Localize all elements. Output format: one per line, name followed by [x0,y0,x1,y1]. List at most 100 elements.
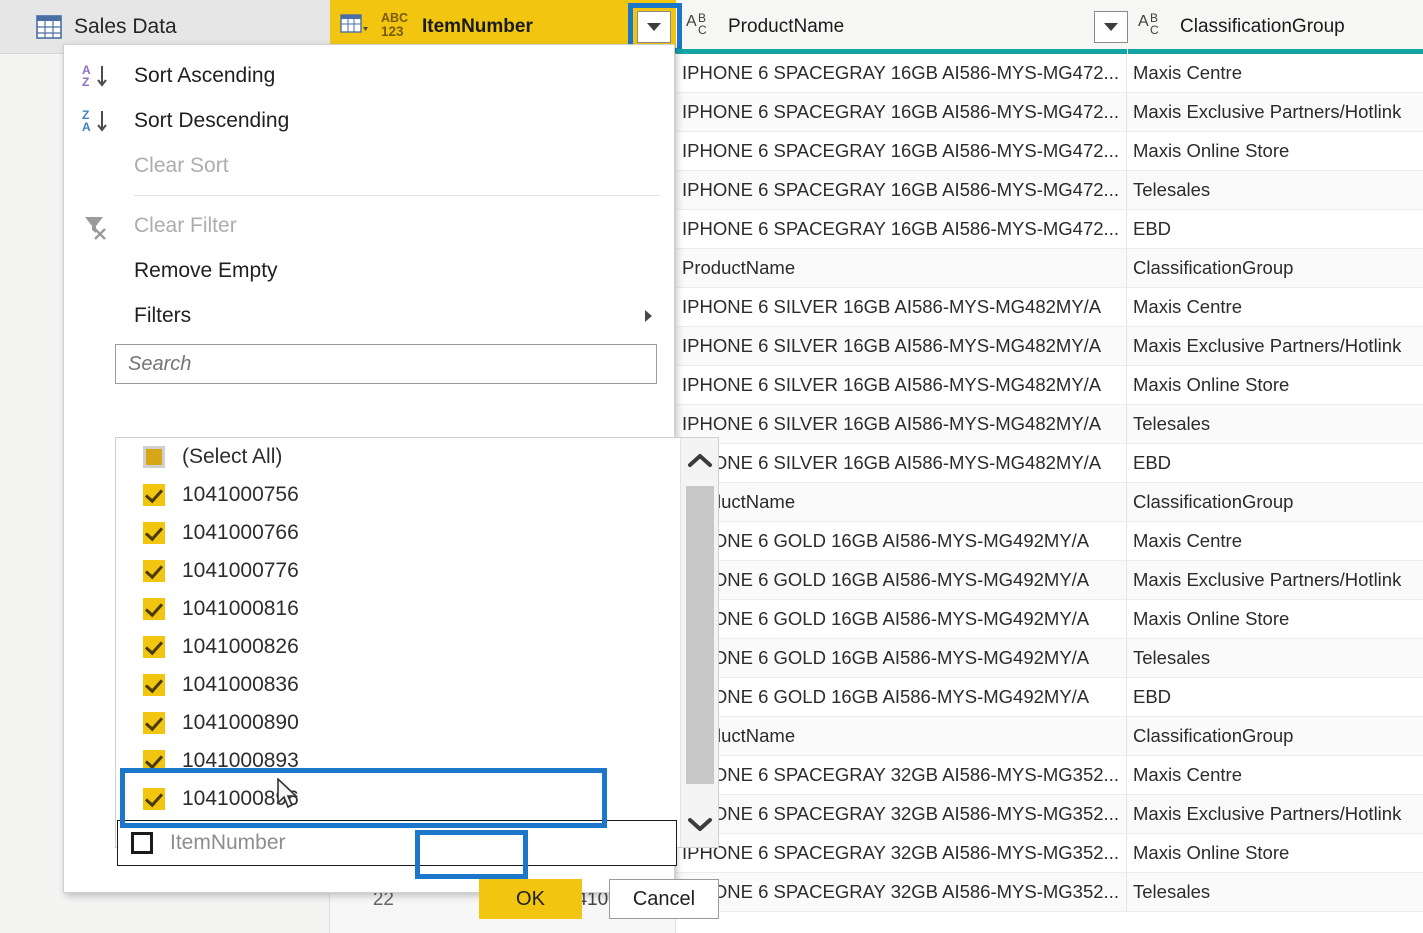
table-cell: IPHONE 6 SILVER 16GB AI586-MYS-MG482MY/A [676,288,1127,326]
table-row[interactable]: IPHONE 6 SPACEGRAY 32GB AI586-MYS-MG352.… [676,873,1423,912]
column-header-classificationgroup[interactable]: A B C ClassificationGroup [1128,0,1423,54]
checkbox-1041000836[interactable] [143,674,165,696]
table-row[interactable]: IPHONE 6 SPACEGRAY 32GB AI586-MYS-MG352.… [676,795,1423,834]
checkbox-1041000756[interactable] [143,484,165,506]
filter-menu: A Z Sort Ascending Z A Sort Descending Clear S… [64,45,674,338]
filter-value-item[interactable]: 1041000890 [116,704,718,742]
table-row[interactable]: ProductName ClassificationGroup [676,249,1423,288]
filter-value-item[interactable]: (Select All) [116,438,718,476]
column-header-label-itemnumber: ItemNumber [422,16,533,37]
table-row[interactable]: IPHONE 6 SPACEGRAY 32GB AI586-MYS-MG352.… [676,756,1423,795]
menu-item-label: Remove Empty [134,258,278,282]
table-cell: IPHONE 6 GOLD 16GB AI586-MYS-MG492MY/A [676,678,1127,716]
filter-value-label: 1041000756 [182,483,299,506]
menu-item-label: Clear Sort [134,153,229,177]
filter-value-label: 1041000890 [182,711,299,734]
table-cell: IPHONE 6 SPACEGRAY 16GB AI586-MYS-MG472.… [676,54,1127,92]
checkbox-itemnumber[interactable] [131,832,153,854]
table-row[interactable]: IPHONE 6 GOLD 16GB AI586-MYS-MG492MY/A Ma… [676,600,1423,639]
filter-value-item[interactable]: 1041000776 [116,552,718,590]
table-cell: Maxis Exclusive Partners/Hotlink [1133,335,1402,356]
filter-value-label: 1041000816 [182,597,299,620]
table-row[interactable]: IPHONE 6 SPACEGRAY 16GB AI586-MYS-MG472.… [676,171,1423,210]
table-cell: Maxis Online Store [1133,374,1290,395]
table-cell: IPHONE 6 SPACEGRAY 32GB AI586-MYS-MG352.… [676,795,1127,833]
checkbox-1041000890[interactable] [143,712,165,734]
table-cell: Maxis Centre [1133,296,1242,317]
table-row[interactable]: IPHONE 6 SPACEGRAY 16GB AI586-MYS-MG472.… [676,132,1423,171]
checkbox-1041000776[interactable] [143,560,165,582]
filter-value-focused-itemnumber[interactable]: ItemNumber [117,820,677,866]
filter-value-label-itemnumber: ItemNumber [170,831,286,854]
filter-value-label: 1041000766 [182,521,299,544]
table-row[interactable]: IPHONE 6 GOLD 16GB AI586-MYS-MG492MY/A Te… [676,639,1423,678]
checkbox-1041000816[interactable] [143,598,165,620]
search-row [64,338,674,384]
sort-ascending-icon: AZ [82,62,124,90]
table-cell: IPHONE 6 SPACEGRAY 16GB AI586-MYS-MG472.… [676,171,1127,209]
table-dropdown-icon[interactable] [340,12,370,42]
menu-item-remove-empty[interactable]: Remove Empty [64,248,674,293]
table-row[interactable]: IPHONE 6 SPACEGRAY 32GB AI586-MYS-MG352.… [676,834,1423,873]
table-row[interactable]: ProductName ClassificationGroup [676,717,1423,756]
checkbox-1041000766[interactable] [143,522,165,544]
table-row[interactable]: IPHONE 6 SPACEGRAY 16GB AI586-MYS-MG472.… [676,93,1423,132]
filter-value-item[interactable]: 1041000766 [116,514,718,552]
menu-item-sort-ascending[interactable]: A Z Sort Ascending [64,53,674,98]
table-row[interactable]: IPHONE 6 GOLD 16GB AI586-MYS-MG492MY/A Ma… [676,561,1423,600]
column-filter-dropdown-itemnumber[interactable] [637,11,671,43]
filter-value-item[interactable]: 1041000836 [116,666,718,704]
table-cell: IPHONE 6 SPACEGRAY 16GB AI586-MYS-MG472.… [676,93,1127,131]
mouse-cursor [276,777,300,812]
data-grid[interactable]: IPHONE 6 SPACEGRAY 16GB AI586-MYS-MG472.… [676,54,1423,933]
checkbox-1041000893[interactable] [143,750,165,772]
checkbox-1041000826[interactable] [143,636,165,658]
filter-value-item[interactable]: 1041000816 [116,590,718,628]
table-row[interactable]: IPHONE 6 SILVER 16GB AI586-MYS-MG482MY/A… [676,366,1423,405]
column-header-productname[interactable]: A B C ProductName [676,0,1127,54]
svg-text:A: A [1138,13,1149,30]
filter-values-list: (Select All) 1041000756 1041000766 10410007… [116,438,718,818]
ok-button[interactable]: OK [479,879,582,919]
table-cell: Maxis Online Store [1133,842,1290,863]
filter-value-item[interactable]: 1041000756 [116,476,718,514]
scroll-down-button[interactable] [681,801,718,847]
table-cell: ClassificationGroup [1133,491,1294,512]
table-cell: Maxis Exclusive Partners/Hotlink [1133,803,1402,824]
checkbox-selectall[interactable] [143,446,165,468]
table-cell: ClassificationGroup [1133,257,1294,278]
column-filter-dropdown-productname[interactable] [1094,11,1128,43]
filter-value-item[interactable]: 1041000826 [116,628,718,666]
abc-text-icon: A B C [1138,10,1170,44]
search-input[interactable] [115,344,657,384]
table-row[interactable]: ProductName ClassificationGroup [676,483,1423,522]
scroll-up-button[interactable] [681,438,718,484]
table-cell: IPHONE 6 SILVER 16GB AI586-MYS-MG482MY/A [676,327,1127,365]
table-row[interactable]: IPHONE 6 SILVER 16GB AI586-MYS-MG482MY/A… [676,327,1423,366]
table-row[interactable]: IPHONE 6 SILVER 16GB AI586-MYS-MG482MY/A… [676,288,1423,327]
table-cell: IPHONE 6 GOLD 16GB AI586-MYS-MG492MY/A [676,600,1127,638]
table-row[interactable]: IPHONE 6 GOLD 16GB AI586-MYS-MG492MY/A EB… [676,678,1423,717]
filter-values-listbox[interactable]: (Select All) 1041000756 1041000766 10410007… [115,437,719,848]
cancel-button[interactable]: Cancel [609,879,719,919]
table-cell: Maxis Centre [1133,764,1242,785]
svg-text:C: C [698,23,707,37]
table-cell: Maxis Online Store [1133,608,1290,629]
table-row[interactable]: IPHONE 6 SPACEGRAY 16GB AI586-MYS-MG472.… [676,54,1423,93]
table-row[interactable]: IPHONE 6 SPACEGRAY 16GB AI586-MYS-MG472.… [676,210,1423,249]
filter-value-label: (Select All) [182,445,283,468]
menu-item-sort-descending[interactable]: Z A Sort Descending [64,98,674,143]
listbox-scrollbar[interactable] [680,438,718,847]
checkbox-1041000896[interactable] [143,788,165,810]
submenu-arrow-icon [645,309,652,322]
table-cell: ProductName [676,483,1127,521]
scrollbar-thumb[interactable] [686,486,714,784]
table-row[interactable]: IPHONE 6 SILVER 16GB AI586-MYS-MG482MY/A… [676,405,1423,444]
filter-value-item[interactable]: 1041000893 [116,742,718,780]
table-cell: EBD [1133,686,1172,707]
table-row[interactable]: IPHONE 6 GOLD 16GB AI586-MYS-MG492MY/A Ma… [676,522,1423,561]
filter-value-item[interactable]: 1041000896 [116,780,718,818]
menu-item-filters[interactable]: Filters [64,293,674,338]
table-row[interactable]: IPHONE 6 SILVER 16GB AI586-MYS-MG482MY/A… [676,444,1423,483]
clear-filter-icon [82,212,124,240]
